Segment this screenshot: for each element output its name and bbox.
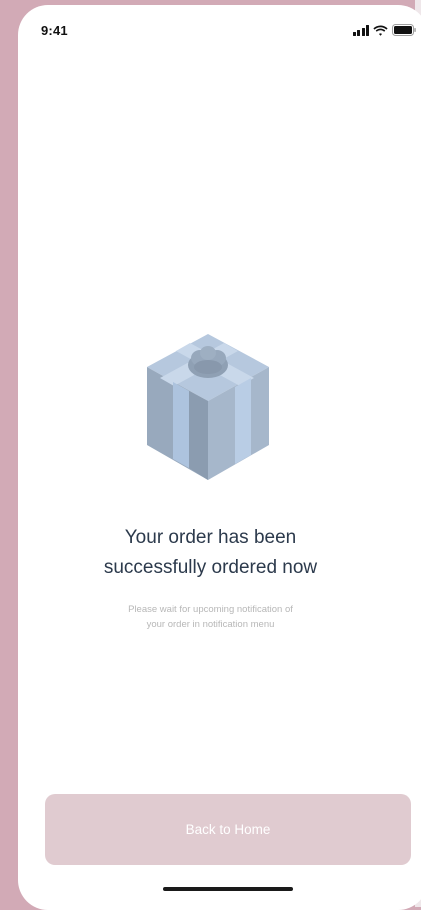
signal-icon [352, 24, 369, 36]
status-icons [352, 24, 417, 36]
confirmation-title: Your order has been successfully ordered… [0, 523, 421, 583]
battery-icon [392, 24, 416, 36]
confirmation-message: Please wait for upcoming notification of… [0, 602, 421, 632]
gift-box-icon [138, 325, 278, 485]
message-line-1: Please wait for upcoming notification of [128, 604, 293, 615]
back-to-home-button[interactable]: Back to Home [45, 794, 411, 865]
status-time: 9:41 [41, 23, 68, 38]
wifi-icon [373, 25, 388, 36]
title-line-1: Your order has been [124, 527, 297, 548]
message-line-2: your order in notification menu [146, 619, 275, 630]
home-indicator[interactable] [163, 887, 293, 891]
status-bar: 9:41 [18, 5, 421, 49]
title-line-2: successfully ordered now [103, 557, 318, 578]
